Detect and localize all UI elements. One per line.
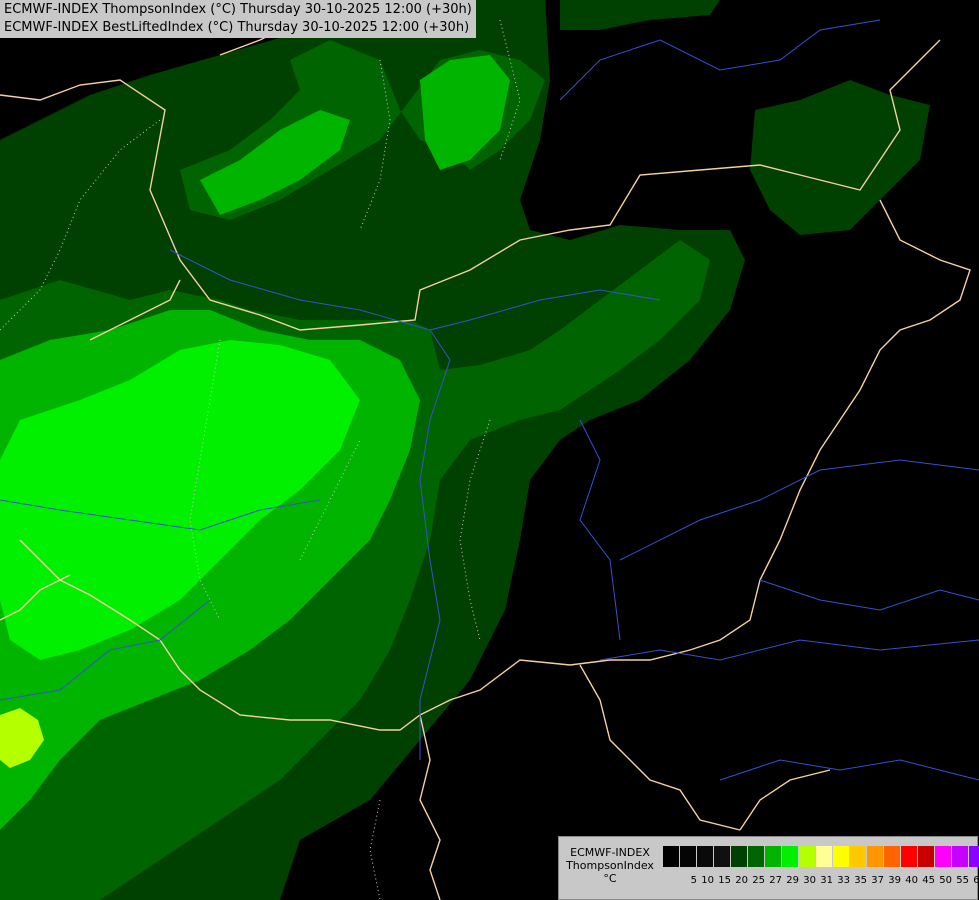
legend-tick-label: 31 (820, 875, 833, 886)
legend-swatch (782, 846, 799, 867)
legend-swatch (680, 846, 697, 867)
legend-tick-label: 35 (854, 875, 867, 886)
legend-swatch (748, 846, 765, 867)
legend-tick-label: 15 (718, 875, 731, 886)
legend-tick-label: 37 (871, 875, 884, 886)
legend-title-line2: ThompsonIndex (566, 859, 654, 872)
legend-tick-label: 5 (690, 875, 697, 886)
legend-swatch (935, 846, 952, 867)
map-title: ECMWF-INDEX ThompsonIndex (°C) Thursday … (0, 0, 476, 38)
legend-swatch (952, 846, 969, 867)
legend-swatch (714, 846, 731, 867)
legend-title-line1: ECMWF-INDEX (570, 846, 650, 859)
legend-tick-label: 45 (922, 875, 935, 886)
legend-swatches (663, 846, 979, 867)
weather-map (0, 0, 979, 900)
legend-swatch (799, 846, 816, 867)
title-line-lifted: ECMWF-INDEX BestLiftedIndex (°C) Thursda… (4, 20, 470, 35)
legend-swatch (697, 846, 714, 867)
legend-swatch (884, 846, 901, 867)
legend-swatch (816, 846, 833, 867)
legend-swatch (731, 846, 748, 867)
legend-swatch (867, 846, 884, 867)
title-line-thompson: ECMWF-INDEX ThompsonIndex (°C) Thursday … (4, 2, 472, 17)
legend-title-line3: °C (603, 872, 617, 885)
legend-swatch (850, 846, 867, 867)
legend-tick-labels: 5 10 15 20 25 27 29 30 31 33 35 37 39 40 45 50 55 60 (663, 875, 979, 886)
legend-tick-label: 30 (803, 875, 816, 886)
legend-swatch (918, 846, 935, 867)
legend-swatch (765, 846, 782, 867)
legend-tick-label: 27 (769, 875, 782, 886)
legend-swatch (969, 846, 979, 867)
legend-tick-label: 25 (752, 875, 765, 886)
legend-tick-spacer (663, 875, 680, 886)
legend-tick-label: 60 (973, 875, 979, 886)
legend-tick-label: 20 (735, 875, 748, 886)
legend-swatch (663, 846, 680, 867)
legend-tick-label: 39 (888, 875, 901, 886)
legend-tick-label: 33 (837, 875, 850, 886)
legend-swatch (833, 846, 850, 867)
color-legend: ECMWF-INDEX ThompsonIndex °C 5 10 15 20 25 27… (558, 836, 979, 900)
legend-swatch (901, 846, 918, 867)
legend-tick-label: 55 (956, 875, 969, 886)
legend-tick-label: 10 (701, 875, 714, 886)
legend-tick-label: 40 (905, 875, 918, 886)
legend-tick-label: 50 (939, 875, 952, 886)
legend-title: ECMWF-INDEX ThompsonIndex °C (563, 846, 657, 885)
legend-tick-label: 29 (786, 875, 799, 886)
